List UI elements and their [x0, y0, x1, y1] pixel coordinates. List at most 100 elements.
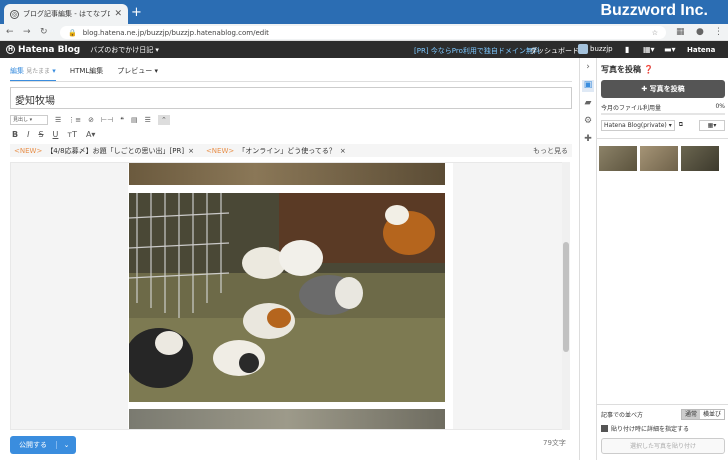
order-horizontal-option[interactable]: 横並び [700, 410, 724, 419]
forward-icon[interactable]: → [23, 27, 31, 37]
side-rail: › ▣ ▰ ⚙ ✚ [579, 58, 595, 460]
tab-label: プレビュー [117, 67, 153, 75]
collapse-panel-icon[interactable]: › [582, 62, 594, 74]
strike-icon[interactable]: S [38, 130, 43, 139]
tab-wysiwyg[interactable]: 編集 見たまま ▾ [10, 64, 56, 82]
order-row: 記事での並べ方 通常 横並び [601, 409, 725, 420]
hatena-link[interactable]: Hatena [687, 46, 715, 54]
title-input[interactable]: 愛知牧場 [10, 87, 572, 109]
pro-promo-link[interactable]: [PR] 今ならPro利用で独自ドメイン無料 [414, 46, 540, 56]
folder-icon[interactable]: ▰ [582, 98, 594, 110]
tab-sub-label: 見たまま [26, 68, 51, 75]
detail-checkbox-row[interactable]: 貼り付け時に詳細を指定する [601, 424, 689, 433]
usage-value: 0% [715, 103, 725, 110]
usage-label: 今月のファイル利用量 [601, 105, 662, 112]
ordered-list-icon[interactable]: ⋮≡ [68, 116, 81, 124]
list-icon[interactable]: ☰ [55, 116, 61, 124]
notification-icon[interactable]: ▬▾ [664, 45, 676, 54]
checkbox[interactable] [601, 425, 608, 432]
quote-icon[interactable]: ❝ [120, 116, 124, 124]
heading-select-value: 見出し [13, 117, 29, 123]
chevron-down-icon[interactable]: ⌄ [56, 441, 76, 449]
browser-tab[interactable]: ◎ ブログ記事編集 - はてなブログ ✕ [4, 4, 128, 24]
paste-photo-button[interactable]: 選択した写真を貼り付け [601, 438, 725, 454]
table-icon[interactable]: ▤ [131, 116, 138, 124]
content-margin [453, 163, 569, 429]
lock-icon: 🔒 [68, 28, 77, 37]
style-toolbar: B I S U тT A▾ [12, 128, 95, 140]
heading-select[interactable]: 見出し ▾ [10, 115, 48, 125]
publish-button[interactable]: 公開する ⌄ [10, 436, 76, 454]
photo-top[interactable] [129, 163, 445, 185]
collapse-icon[interactable]: ⌃ [157, 115, 170, 125]
photo-thumbnail[interactable] [599, 146, 637, 171]
gear-icon[interactable]: ⚙ [582, 116, 594, 128]
detail-label: 貼り付け時に詳細を指定する [611, 426, 690, 433]
album-row: Hatena Blog(private) ▾ ⧉ ▦▾ [601, 119, 725, 131]
external-link-icon[interactable]: ⧉ [679, 121, 683, 129]
hatena-blog-logo[interactable]: H Hatena Blog [6, 45, 80, 55]
link-icon[interactable]: ⊘ [88, 116, 94, 124]
photo-panel: 写真を投稿 ❓ ✚ 写真を投稿 今月のファイル利用量 0% Hatena Blo… [596, 58, 728, 460]
tab-preview[interactable]: プレビュー ▾ [117, 64, 158, 82]
grid-view-icon[interactable]: ▦▾ [699, 119, 725, 131]
scrollbar-thumb[interactable] [563, 242, 569, 352]
photo-thumbnail[interactable] [681, 146, 719, 171]
tab-label: HTML編集 [69, 67, 104, 75]
topic-link[interactable]: 【4/8応募〆】お題「しごとの思い出」[PR] [46, 146, 184, 156]
photo-guinea-pigs[interactable] [129, 193, 445, 402]
star-icon[interactable]: ☆ [652, 29, 658, 37]
new-badge: <NEW> [14, 146, 43, 155]
close-icon[interactable]: × [340, 147, 346, 155]
profile-icon[interactable]: ● [696, 27, 704, 37]
help-icon[interactable]: ❓ [644, 65, 654, 74]
panel-title: 写真を投稿 ❓ [601, 64, 654, 75]
address-bar: ← → ↻ 🔒 blog.hatena.ne.jp/buzzjp/buzzjp.… [0, 24, 728, 41]
editor-tabs: 編集 見たまま ▾ HTML編集 プレビュー ▾ [10, 64, 158, 82]
user-menu[interactable]: buzzjp [578, 44, 613, 54]
url-input[interactable]: 🔒 blog.hatena.ne.jp/buzzjp/buzzjp.hatena… [60, 26, 666, 39]
tab-title: ブログ記事編集 - はてなブログ [23, 10, 110, 18]
order-toggle: 通常 横並び [680, 409, 725, 420]
photo-icon[interactable]: ▣ [582, 80, 594, 92]
album-select[interactable]: Hatena Blog(private) ▾ [601, 119, 675, 131]
italic-icon[interactable]: I [27, 130, 29, 139]
usage-bar [601, 113, 725, 115]
blog-selector[interactable]: バズのおでかけ日記 ▾ [90, 45, 159, 55]
photo-thumbnails [599, 146, 719, 171]
dashboard-link[interactable]: ダッシュボード [530, 46, 579, 56]
editor-content[interactable] [10, 162, 570, 430]
photo-bottom[interactable] [129, 409, 445, 429]
publish-label: 公開する [19, 441, 47, 449]
close-icon[interactable]: × [188, 147, 194, 155]
new-tab-button[interactable]: + [131, 5, 142, 20]
logo-text: Hatena Blog [18, 44, 81, 55]
hr-icon[interactable]: ⊢⊣ [101, 116, 113, 124]
upload-photo-button[interactable]: ✚ 写真を投稿 [601, 80, 725, 98]
topic-link[interactable]: 「オンライン」どう使ってる？ [238, 146, 336, 156]
editor-scrollbar[interactable] [562, 162, 570, 430]
menu-kebab-icon[interactable]: ⋮ [714, 27, 723, 37]
underline-icon[interactable]: U [53, 130, 59, 139]
plus-icon[interactable]: ✚ [582, 134, 594, 146]
char-count: 79文字 [543, 439, 566, 447]
order-label: 記事での並べ方 [601, 412, 644, 419]
more-link[interactable]: もっと見る [533, 146, 568, 156]
apps-grid-icon[interactable]: ▦▾ [643, 45, 655, 54]
align-icon[interactable]: ☰ [145, 116, 151, 124]
close-tab-icon[interactable]: ✕ [114, 9, 122, 19]
order-normal-option[interactable]: 通常 [681, 410, 700, 419]
bold-icon[interactable]: B [12, 130, 18, 139]
font-color-icon[interactable]: A▾ [86, 130, 96, 139]
new-badge: <NEW> [205, 146, 235, 155]
format-toolbar: 見出し ▾ ☰ ⋮≡ ⊘ ⊢⊣ ❝ ▤ ☰ ⌃ [10, 114, 170, 126]
font-size-icon[interactable]: тT [67, 130, 77, 139]
username: buzzjp [590, 45, 613, 53]
extension-icon[interactable]: ▦ [676, 27, 685, 37]
back-icon[interactable]: ← [6, 27, 14, 37]
tab-html[interactable]: HTML編集 [70, 64, 103, 82]
reload-icon[interactable]: ↻ [40, 27, 48, 37]
hatena-logo-icon: H [6, 45, 15, 54]
bookmark-icon[interactable]: ▮ [625, 45, 629, 54]
photo-thumbnail[interactable] [640, 146, 678, 171]
